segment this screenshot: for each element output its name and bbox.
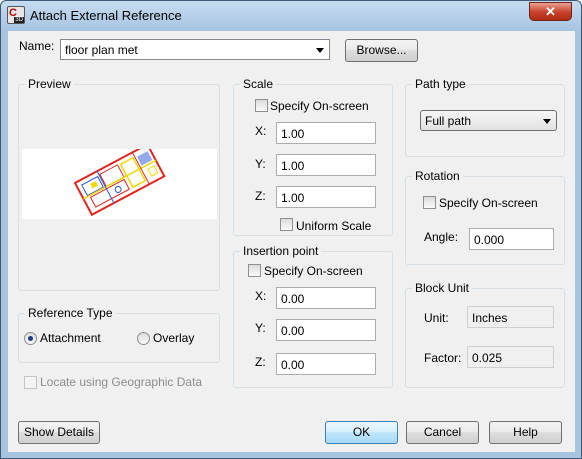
geographic-label: Locate using Geographic Data (40, 375, 203, 389)
unit-field: Inches (467, 306, 554, 328)
scale-y-value: 1.00 (281, 159, 305, 173)
preview-label: Preview (25, 77, 74, 91)
attachment-label[interactable]: Attachment (40, 331, 101, 345)
scale-z-input[interactable]: 1.00 (276, 186, 376, 208)
scale-y-input[interactable]: 1.00 (276, 154, 376, 176)
close-button[interactable]: ✕ (529, 2, 572, 21)
cancel-button[interactable]: Cancel (406, 421, 479, 444)
path-type-dropdown[interactable]: Full path (420, 110, 557, 131)
scale-z-label: Z: (255, 189, 266, 203)
scale-label: Scale (240, 77, 277, 91)
rotation-specify-checkbox[interactable] (423, 196, 436, 209)
scale-x-label: X: (255, 124, 267, 138)
scale-specify-label[interactable]: Specify On-screen (270, 99, 369, 113)
block-unit-label: Block Unit (412, 281, 473, 295)
path-type-value: Full path (425, 114, 472, 128)
rotation-group: Rotation (405, 169, 565, 265)
window-title: Attach External Reference (30, 8, 182, 23)
angle-input[interactable]: 0.000 (469, 228, 554, 250)
insertion-specify-label[interactable]: Specify On-screen (264, 264, 363, 278)
scale-specify-checkbox[interactable] (255, 99, 268, 112)
insertion-y-label: Y: (255, 321, 266, 335)
scale-x-value: 1.00 (281, 127, 305, 141)
insertion-x-input[interactable]: 0.00 (276, 287, 376, 309)
unit-value: Inches (472, 311, 508, 325)
browse-button[interactable]: Browse... (345, 39, 418, 62)
scale-x-input[interactable]: 1.00 (276, 122, 376, 144)
ok-button[interactable]: OK (325, 421, 398, 444)
name-label: Name: (19, 39, 55, 53)
autocad-app-icon: C 3D (7, 6, 25, 24)
help-button[interactable]: Help (489, 421, 562, 444)
insertion-y-value: 0.00 (281, 324, 305, 338)
insertion-x-label: X: (255, 289, 267, 303)
dialog-window: C 3D Attach External Reference ✕ Name: fl… (0, 0, 582, 459)
factor-value: 0.025 (472, 351, 503, 365)
insertion-specify-checkbox[interactable] (248, 264, 261, 277)
path-type-label: Path type (412, 77, 469, 91)
preview-image (22, 143, 217, 219)
insertion-point-label: Insertion point (240, 244, 322, 258)
rotation-label: Rotation (412, 169, 463, 183)
attachment-radio[interactable] (24, 332, 37, 345)
chevron-down-icon (543, 119, 551, 124)
factor-label: Factor: (424, 351, 462, 365)
angle-value: 0.000 (474, 233, 505, 247)
block-unit-group: Block Unit (405, 281, 565, 388)
title-bar[interactable]: C 3D Attach External Reference ✕ (1, 1, 581, 31)
geographic-checkbox[interactable] (24, 376, 37, 389)
reference-type-label: Reference Type (25, 306, 116, 320)
scale-y-label: Y: (255, 157, 266, 171)
unit-label: Unit: (424, 311, 449, 325)
name-value: floor plan met (65, 43, 138, 57)
angle-label: Angle: (424, 230, 459, 244)
scale-z-value: 1.00 (281, 191, 305, 205)
insertion-z-input[interactable]: 0.00 (276, 353, 376, 375)
rotation-specify-label[interactable]: Specify On-screen (439, 196, 538, 210)
overlay-radio[interactable] (137, 332, 150, 345)
dialog-body: Name: floor plan met Browse... Preview R… (8, 31, 575, 452)
overlay-label[interactable]: Overlay (153, 331, 194, 345)
name-dropdown[interactable]: floor plan met (60, 39, 330, 60)
floor-plan-thumbnail (73, 143, 166, 217)
insertion-x-value: 0.00 (281, 292, 305, 306)
insertion-y-input[interactable]: 0.00 (276, 319, 376, 341)
chevron-down-icon (316, 48, 324, 53)
insertion-z-label: Z: (255, 355, 266, 369)
insertion-z-value: 0.00 (281, 358, 305, 372)
show-details-button[interactable]: Show Details (18, 421, 100, 444)
uniform-scale-checkbox[interactable] (280, 218, 293, 231)
factor-field: 0.025 (467, 346, 554, 368)
uniform-scale-label[interactable]: Uniform Scale (296, 219, 371, 233)
